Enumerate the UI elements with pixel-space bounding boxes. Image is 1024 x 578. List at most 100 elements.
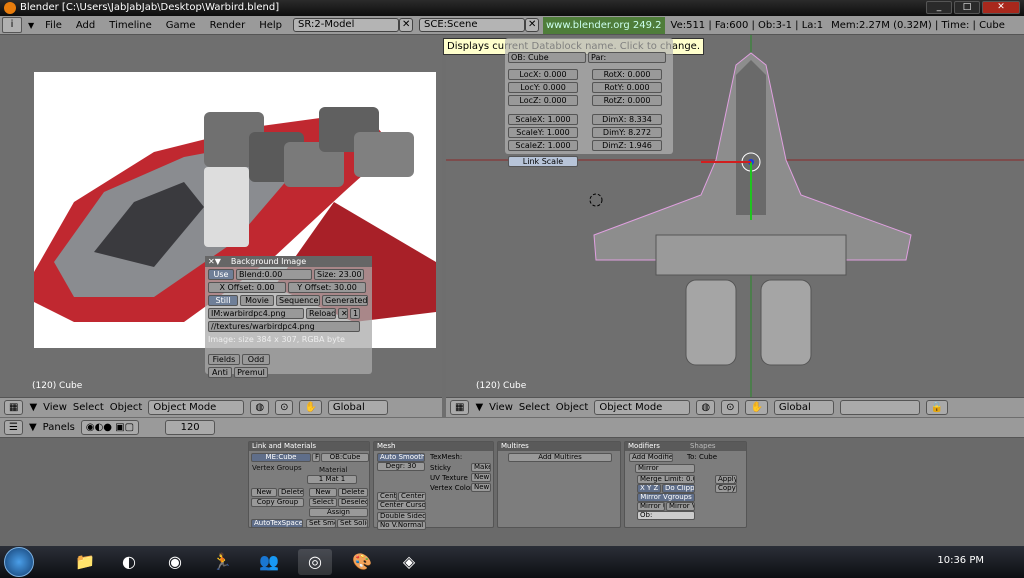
- link-scale-button[interactable]: Link Scale: [508, 156, 578, 167]
- scene-close-icon[interactable]: ✕: [525, 18, 539, 32]
- orientation-selector-right[interactable]: Global: [773, 400, 834, 415]
- close-button[interactable]: ✕: [982, 1, 1020, 14]
- add-modifier-button[interactable]: Add Modifier: [629, 453, 673, 462]
- menu-add[interactable]: Add: [69, 16, 102, 35]
- mesh-datablock[interactable]: ME:Cube: [251, 453, 311, 462]
- bg-xoffset-field[interactable]: X Offset: 0.00: [208, 282, 286, 293]
- locy-field[interactable]: LocY: 0.000: [508, 82, 578, 93]
- dimz-field[interactable]: DimZ: 1.946: [592, 140, 662, 151]
- vgroup-delete-button[interactable]: Delete: [278, 488, 304, 497]
- locz-field[interactable]: LocZ: 0.000: [508, 95, 578, 106]
- paint-icon[interactable]: 🎨: [345, 549, 379, 575]
- pivot-icon[interactable]: ⊙: [275, 400, 294, 415]
- browser-icon[interactable]: ◉: [158, 549, 192, 575]
- orientation-selector-left[interactable]: Global: [327, 400, 388, 415]
- bg-yoffset-field[interactable]: Y Offset: 30.00: [288, 282, 366, 293]
- menu-select-left[interactable]: Select: [73, 402, 104, 413]
- scalex-field[interactable]: ScaleX: 1.000: [508, 114, 578, 125]
- fields-toggle[interactable]: Fields: [208, 354, 240, 365]
- rotz-field[interactable]: RotZ: 0.000: [592, 95, 662, 106]
- panels-menu[interactable]: Panels: [43, 422, 75, 433]
- menu-help[interactable]: Help: [252, 16, 289, 35]
- hand-icon[interactable]: ✋: [299, 400, 322, 415]
- info-icon[interactable]: i: [2, 17, 22, 33]
- shapes-tab[interactable]: Shapes: [690, 442, 716, 450]
- rotx-field[interactable]: RotX: 0.000: [592, 69, 662, 80]
- bg-size-field[interactable]: Size: 23.00: [314, 269, 364, 280]
- screen-close-icon[interactable]: ✕: [399, 18, 413, 32]
- material-deselect-button[interactable]: Deselect: [338, 498, 368, 507]
- editor-type-icon[interactable]: ▦: [450, 400, 470, 415]
- parent-field[interactable]: Par:: [588, 52, 666, 63]
- mirror-vgroups-toggle[interactable]: Mirror Vgroups: [637, 493, 695, 502]
- blender-url[interactable]: www.blender.org 249.2: [543, 16, 665, 34]
- screen-selector[interactable]: SR:2-Model: [293, 18, 399, 32]
- mirror-u-toggle[interactable]: Mirror U: [637, 502, 665, 511]
- object-datablock[interactable]: OB:Cube: [321, 453, 369, 462]
- mirror-object-field[interactable]: Ob:: [637, 511, 695, 520]
- bg-unlink-button[interactable]: ✕: [338, 308, 348, 319]
- menu-file[interactable]: File: [38, 16, 69, 35]
- set-solid-button[interactable]: Set Solid: [337, 519, 368, 528]
- blender-taskbar-icon[interactable]: ◎: [298, 549, 332, 575]
- degr-field[interactable]: Degr: 30: [377, 462, 425, 471]
- menu-view-right[interactable]: View: [489, 402, 513, 413]
- menu-game[interactable]: Game: [159, 16, 203, 35]
- chevron-down-icon[interactable]: ▼: [29, 402, 37, 413]
- object-name-field[interactable]: OB: Cube: [508, 52, 586, 63]
- tab-still[interactable]: Still: [208, 295, 238, 306]
- material-delete-button[interactable]: Delete: [338, 488, 368, 497]
- hand-icon[interactable]: ✋: [745, 400, 768, 415]
- editor-type-icon[interactable]: ▦: [4, 400, 24, 415]
- scalez-field[interactable]: ScaleZ: 1.000: [508, 140, 578, 151]
- vertex-color-new-button[interactable]: New: [471, 483, 491, 492]
- start-button[interactable]: [4, 547, 34, 577]
- bg-image-selector[interactable]: IM:warbirdpc4.png: [208, 308, 304, 319]
- frame-field[interactable]: 120: [165, 420, 216, 435]
- tab-generated[interactable]: Generated: [322, 295, 368, 306]
- centre-new-button[interactable]: Center New: [398, 492, 426, 501]
- scene-selector[interactable]: SCE:Scene: [419, 18, 525, 32]
- menu-timeline[interactable]: Timeline: [102, 16, 159, 35]
- auto-smooth-toggle[interactable]: Auto Smooth: [377, 453, 425, 462]
- sticky-make-button[interactable]: Make: [471, 463, 491, 472]
- modifiers-tab[interactable]: Modifiers: [628, 442, 660, 450]
- centre-cursor-button[interactable]: Center Cursor: [377, 501, 426, 510]
- mode-selector-left[interactable]: Object Mode: [148, 400, 245, 415]
- bg-use-toggle[interactable]: Use: [208, 269, 234, 280]
- material-assign-button[interactable]: Assign: [309, 508, 368, 517]
- double-sided-toggle[interactable]: Double Sided: [377, 512, 426, 521]
- bg-image-path[interactable]: //textures/warbirdpc4.png: [208, 321, 360, 332]
- centre-button[interactable]: Centre: [377, 492, 397, 501]
- minimize-button[interactable]: _: [926, 1, 952, 14]
- no-vnormal-flip-toggle[interactable]: No V.Normal Flip: [377, 521, 426, 530]
- mirror-v-toggle[interactable]: Mirror V: [666, 502, 695, 511]
- media-player-icon[interactable]: ◐: [112, 549, 146, 575]
- copy-group-button[interactable]: Copy Group: [251, 498, 304, 507]
- dimx-field[interactable]: DimX: 8.334: [592, 114, 662, 125]
- network-icon[interactable]: 👥: [252, 549, 286, 575]
- modifier-copy-button[interactable]: Copy: [715, 484, 737, 493]
- material-select-button[interactable]: Select: [309, 498, 337, 507]
- scaley-field[interactable]: ScaleY: 1.000: [508, 127, 578, 138]
- chevron-down-icon[interactable]: ▼: [28, 21, 34, 30]
- mode-selector-right[interactable]: Object Mode: [594, 400, 691, 415]
- material-slot[interactable]: 1 Mat 1: [307, 475, 357, 484]
- shading-icon[interactable]: ◍: [250, 400, 270, 415]
- do-clipping-toggle[interactable]: Do Clipping: [662, 484, 695, 493]
- aim-icon[interactable]: 🏃: [205, 549, 239, 575]
- tab-movie[interactable]: Movie: [240, 295, 274, 306]
- dimy-field[interactable]: DimY: 8.272: [592, 127, 662, 138]
- autotexspace-toggle[interactable]: AutoTexSpace: [251, 519, 303, 528]
- pivot-icon[interactable]: ⊙: [721, 400, 740, 415]
- roty-field[interactable]: RotY: 0.000: [592, 82, 662, 93]
- menu-object-right[interactable]: Object: [556, 402, 589, 413]
- tab-sequence[interactable]: Sequence: [276, 295, 320, 306]
- context-icons[interactable]: ◉◐● ▣▢: [80, 420, 140, 435]
- mirror-axis-toggles[interactable]: X Y Z: [637, 484, 661, 493]
- add-multires-button[interactable]: Add Multires: [508, 453, 612, 462]
- mirror-modifier-name[interactable]: Mirror: [635, 464, 695, 473]
- bg-blend-slider[interactable]: Blend:0.00: [236, 269, 312, 280]
- lock-icon[interactable]: 🔒: [925, 400, 949, 415]
- menu-object-left[interactable]: Object: [110, 402, 143, 413]
